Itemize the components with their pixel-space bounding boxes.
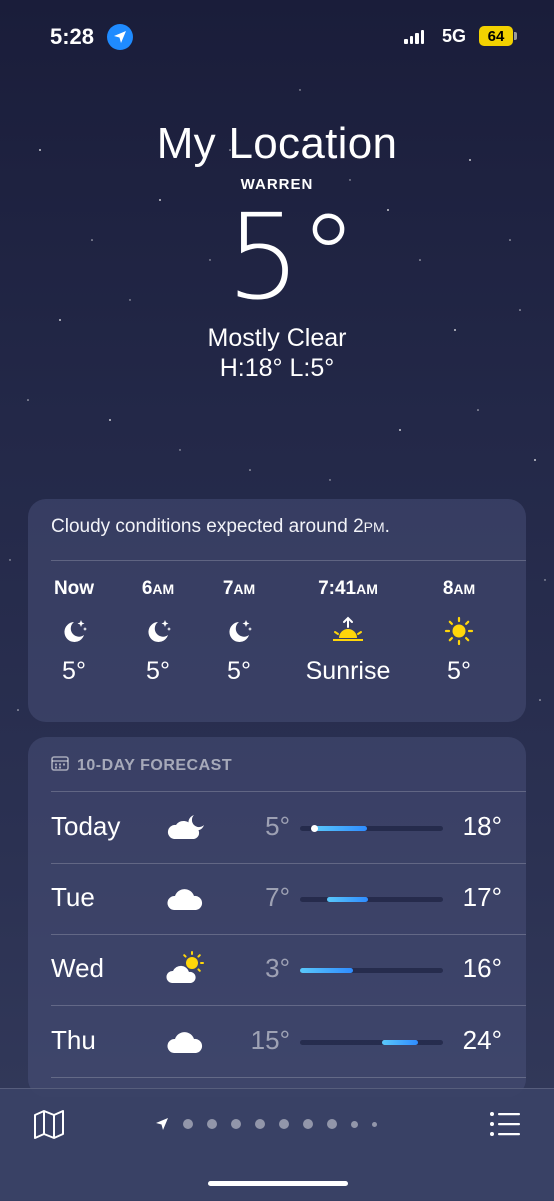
battery-nub <box>514 32 517 40</box>
hour-time: 8 <box>442 578 454 599</box>
hour-period: AM <box>233 581 256 597</box>
status-time: 5:28 <box>50 24 95 49</box>
hour-temp: 5° <box>447 657 471 685</box>
forecast-row[interactable]: Tue 7° 17° <box>28 864 526 934</box>
current-temperature: 5° <box>225 188 358 326</box>
battery-indicator: 64 <box>479 26 513 46</box>
page-dot <box>372 1121 377 1127</box>
forecast-day: Wed <box>51 953 104 983</box>
home-indicator <box>208 1181 348 1186</box>
ten-day-forecast-card[interactable]: 10-DAY FORECAST Today 5° 18° Tue 7° 17° … <box>28 737 526 1097</box>
current-location-page-icon <box>156 1118 168 1130</box>
page-dot <box>303 1119 313 1129</box>
forecast-row[interactable]: Thu 15° 24° <box>28 1007 526 1077</box>
page-dot <box>231 1119 241 1129</box>
page-dot <box>351 1120 358 1128</box>
status-bar: 5:28 5G 64 <box>0 0 554 70</box>
hour-item-partial: 9 <box>521 577 526 601</box>
high-low: H:18° L:5° <box>219 354 335 382</box>
forecast-row[interactable]: Wed 3° 16° <box>28 935 526 1005</box>
hourly-summary-text: Cloudy conditions expected around 2 <box>51 516 364 537</box>
divider <box>51 1005 526 1006</box>
hourly-forecast-card[interactable]: Cloudy conditions expected around 2PM. N… <box>28 499 526 722</box>
forecast-title: 10-DAY FORECAST <box>77 756 233 774</box>
forecast-row[interactable]: Today 5° 18° <box>28 793 526 863</box>
forecast-low: 7° <box>265 882 290 912</box>
cloud-sun-icon <box>164 949 208 989</box>
hour-period: AM <box>453 581 476 597</box>
current-weather: My Location WARREN 5° Mostly Clear H:18°… <box>0 118 554 383</box>
page-dot <box>327 1119 337 1129</box>
forecast-high: 24° <box>462 1025 502 1055</box>
hour-temp: 5° <box>227 657 251 685</box>
locations-list-button[interactable] <box>488 1109 522 1139</box>
map-button[interactable] <box>32 1107 66 1141</box>
calendar-icon <box>51 755 69 776</box>
sunrise-icon <box>293 611 403 651</box>
temp-range-track <box>300 1040 443 1045</box>
temp-range-track <box>300 825 443 832</box>
forecast-day: Today <box>51 811 121 841</box>
hourly-summary-end: . <box>384 516 390 537</box>
hourly-summary: Cloudy conditions expected around 2PM. <box>51 516 390 538</box>
hour-sunrise: Sunrise <box>305 657 391 685</box>
cloud-moon-icon <box>164 807 208 847</box>
hour-period: AM <box>152 581 175 597</box>
forecast-low: 5° <box>265 811 290 841</box>
hour-item: 8AM 5° <box>404 577 514 686</box>
current-condition: Mostly Clear <box>207 324 347 352</box>
hour-time: 7:41 <box>318 578 357 599</box>
forecast-high: 16° <box>462 953 502 983</box>
divider <box>51 560 526 561</box>
hour-time: Now <box>53 578 95 599</box>
forecast-header: 10-DAY FORECAST <box>51 755 232 776</box>
page-dot <box>279 1119 289 1129</box>
page-indicator[interactable] <box>155 1117 377 1131</box>
forecast-day: Thu <box>51 1025 96 1055</box>
hourly-summary-period: PM <box>363 519 385 535</box>
temp-range-fill <box>381 1040 419 1045</box>
temp-range-fill <box>300 968 354 973</box>
forecast-high: 18° <box>462 811 502 841</box>
temp-range-track <box>300 897 443 902</box>
hour-time: 7 <box>222 578 234 599</box>
map-icon <box>34 1110 64 1139</box>
page-dot <box>207 1119 217 1129</box>
signal-bars-icon <box>404 30 424 44</box>
cloud-icon <box>164 1021 208 1061</box>
sun-icon <box>404 611 514 651</box>
location-arrow-icon <box>107 24 133 50</box>
hour-period: AM <box>356 581 378 597</box>
hour-item: 7:41AM Sunrise <box>293 577 403 686</box>
forecast-high: 17° <box>462 882 502 912</box>
forecast-low: 3° <box>265 953 290 983</box>
current-temp-dot <box>310 825 318 832</box>
page-dot <box>255 1119 265 1129</box>
divider <box>51 1077 526 1078</box>
temp-range-track <box>300 968 443 973</box>
location-title: My Location <box>156 119 398 168</box>
moon-stars-icon <box>184 611 294 651</box>
divider <box>51 791 526 792</box>
network-type: 5G <box>442 26 467 46</box>
cloud-icon <box>164 878 208 918</box>
forecast-day: Tue <box>51 882 95 912</box>
bottom-toolbar <box>0 1088 554 1201</box>
forecast-low: 15° <box>250 1025 290 1055</box>
temp-range-fill <box>327 897 369 902</box>
hour-item: 7AM 5° <box>184 577 294 686</box>
hour-time: 6 <box>141 578 153 599</box>
page-dot <box>183 1119 193 1129</box>
list-icon <box>490 1112 520 1136</box>
temp-range-fill <box>313 826 367 831</box>
